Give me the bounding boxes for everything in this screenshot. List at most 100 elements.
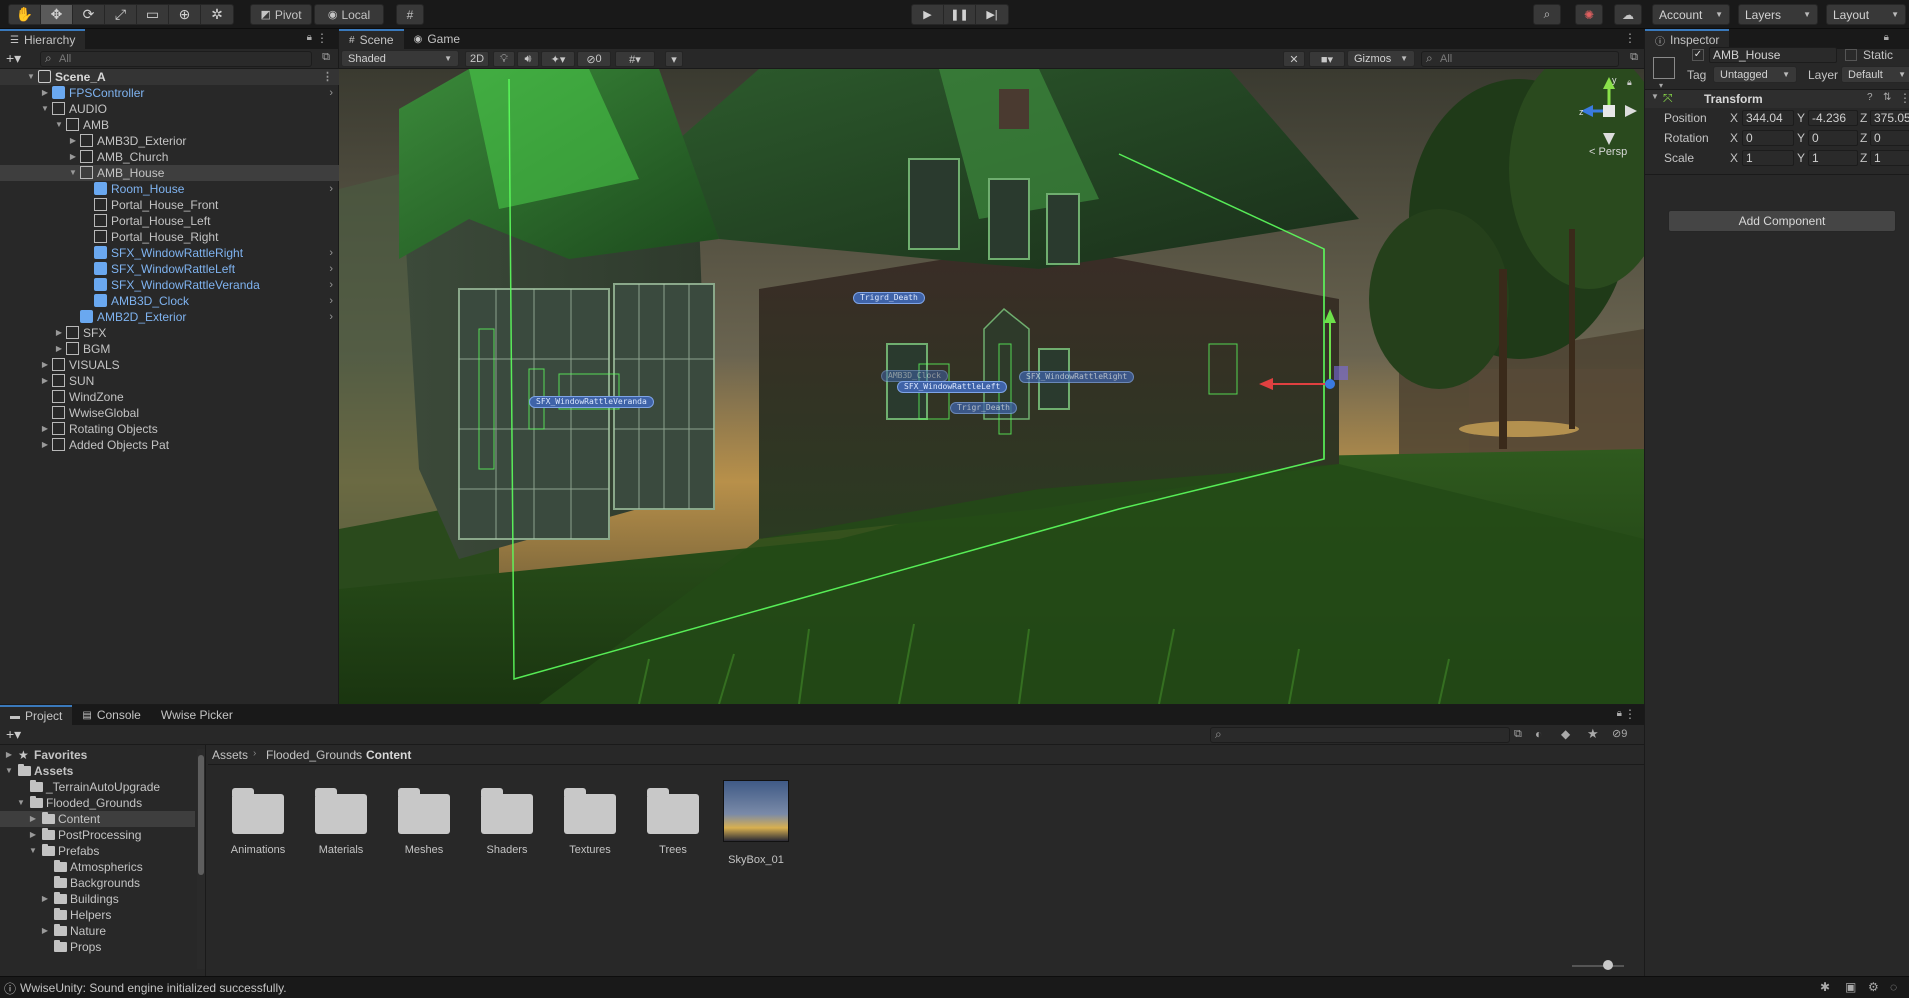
tab-game[interactable]: ◉ Game bbox=[404, 29, 470, 49]
tools-toggle[interactable]: ✕ bbox=[1283, 51, 1305, 67]
chevron-right-icon[interactable]: ▶ bbox=[28, 827, 38, 843]
hierarchy-item[interactable]: WwiseGlobal bbox=[0, 405, 339, 421]
lock-icon[interactable]: 🔒︎ bbox=[307, 32, 312, 43]
hierarchy-item[interactable]: SFX_WindowRattleVeranda › bbox=[0, 277, 339, 293]
gizmo-label-trigger-death-2[interactable]: Trigr_Death bbox=[950, 402, 1017, 414]
project-tree-item[interactable]: ▼ Assets bbox=[0, 763, 195, 779]
chevron-right-icon[interactable]: ▶ bbox=[54, 325, 64, 341]
asset-folder[interactable]: Meshes bbox=[386, 780, 462, 856]
chevron-right-icon[interactable]: › bbox=[329, 181, 333, 197]
step-button[interactable]: ▶| bbox=[976, 5, 1008, 24]
rotation-z-field[interactable]: 0 bbox=[1870, 130, 1909, 146]
rotation-x-field[interactable]: 0 bbox=[1742, 130, 1794, 146]
project-tree-item[interactable]: ▶ ★ Favorites bbox=[0, 747, 195, 763]
lock-icon[interactable]: 🔒︎ bbox=[1884, 32, 1889, 43]
asset-folder[interactable]: Shaders bbox=[469, 780, 545, 856]
chevron-right-icon[interactable]: ▶ bbox=[40, 373, 50, 389]
account-dropdown[interactable]: Account ▼ bbox=[1652, 4, 1730, 25]
custom-tool-icon[interactable]: ✲ bbox=[201, 5, 233, 24]
chevron-right-icon[interactable]: ▶ bbox=[40, 891, 50, 907]
pivot-toggle[interactable]: ◩ Pivot bbox=[250, 4, 312, 25]
chevron-right-icon[interactable]: › bbox=[329, 85, 333, 101]
hierarchy-item[interactable]: SFX_WindowRattleLeft › bbox=[0, 261, 339, 277]
hierarchy-item[interactable]: AMB3D_Clock › bbox=[0, 293, 339, 309]
project-tree-item[interactable]: ▶ Content bbox=[0, 811, 195, 827]
rotate-tool-icon[interactable]: ⟳ bbox=[73, 5, 105, 24]
hierarchy-item[interactable]: ▼ AUDIO bbox=[0, 101, 339, 117]
grid-dropdown[interactable]: #▾ bbox=[615, 51, 655, 67]
object-name-field[interactable]: AMB_House bbox=[1709, 47, 1837, 63]
hierarchy-item[interactable]: ▼ AMB bbox=[0, 117, 339, 133]
debug-icon[interactable]: ✱ bbox=[1820, 980, 1830, 994]
chevron-down-icon[interactable]: ▼ bbox=[28, 843, 38, 859]
transform-header[interactable]: ▼ ⤧ Transform ? ⇅ ⋮ bbox=[1645, 90, 1909, 108]
scene-root-item[interactable]: ▼ Scene_A ⋮ bbox=[0, 69, 339, 85]
chevron-right-icon[interactable]: ▶ bbox=[40, 357, 50, 373]
chevron-right-icon[interactable]: › bbox=[329, 261, 333, 277]
gizmo-label-veranda[interactable]: SFX_WindowRattleVeranda bbox=[529, 396, 654, 408]
chevron-down-icon[interactable]: ▼ bbox=[40, 101, 50, 117]
hierarchy-item[interactable]: Portal_House_Front bbox=[0, 197, 339, 213]
static-checkbox[interactable] bbox=[1845, 49, 1857, 61]
asset-folder[interactable]: Trees bbox=[635, 780, 711, 856]
layout-dropdown[interactable]: Layout ▼ bbox=[1826, 4, 1906, 25]
hierarchy-search-input[interactable]: All bbox=[40, 51, 312, 67]
axis-y-label[interactable]: Y bbox=[1797, 151, 1805, 165]
transform-tool-icon[interactable]: ⊕ bbox=[169, 5, 201, 24]
project-tree-item[interactable]: Atmospherics bbox=[0, 859, 195, 875]
project-tree-item[interactable]: _TerrainAutoUpgrade bbox=[0, 779, 195, 795]
scene-search-input[interactable]: All bbox=[1421, 51, 1619, 67]
hierarchy-item[interactable]: Portal_House_Left bbox=[0, 213, 339, 229]
hierarchy-item[interactable]: Portal_House_Right bbox=[0, 229, 339, 245]
layer-dropdown[interactable]: Default ▼ bbox=[1841, 66, 1909, 83]
project-tree-item[interactable]: ▶ Buildings bbox=[0, 891, 195, 907]
preset-icon[interactable]: ⇅ bbox=[1883, 92, 1891, 103]
axis-x-label[interactable]: X bbox=[1730, 111, 1738, 125]
scale-y-field[interactable]: 1 bbox=[1808, 150, 1858, 166]
kebab-menu-icon[interactable]: ⋮ bbox=[316, 31, 328, 45]
chevron-right-icon[interactable]: ▶ bbox=[68, 149, 78, 165]
progress-icon[interactable]: ▣ bbox=[1845, 980, 1856, 994]
play-button[interactable]: ▶ bbox=[912, 5, 944, 24]
2d-toggle[interactable]: 2D bbox=[465, 51, 489, 67]
help-icon[interactable]: ? bbox=[1867, 92, 1873, 103]
more-options-button[interactable]: ▾ bbox=[665, 51, 683, 67]
hierarchy-item[interactable]: ▶ Rotating Objects bbox=[0, 421, 339, 437]
kebab-menu-icon[interactable]: ⋮ bbox=[322, 69, 333, 85]
hierarchy-item[interactable]: ▶ SUN bbox=[0, 373, 339, 389]
hierarchy-item[interactable]: ▶ AMB_Church bbox=[0, 149, 339, 165]
effects-dropdown[interactable]: ✦▾ bbox=[541, 51, 575, 67]
search-button[interactable]: ⌕ bbox=[1533, 4, 1561, 25]
project-tree-item[interactable]: ▶ Nature bbox=[0, 923, 195, 939]
chevron-right-icon[interactable]: ▶ bbox=[28, 811, 38, 827]
axis-z-label[interactable]: Z bbox=[1860, 151, 1867, 165]
chevron-right-icon[interactable]: ▶ bbox=[54, 341, 64, 357]
hidden-objects-toggle[interactable]: ⊘ 0 bbox=[577, 51, 611, 67]
collab-button[interactable]: ✺ bbox=[1575, 4, 1603, 25]
hierarchy-item[interactable]: ▶ SFX bbox=[0, 325, 339, 341]
tag-dropdown[interactable]: Untagged ▼ bbox=[1713, 66, 1797, 83]
scale-x-field[interactable]: 1 bbox=[1742, 150, 1794, 166]
hierarchy-item[interactable]: ▶ BGM bbox=[0, 341, 339, 357]
lighting-toggle[interactable]: 💡︎ bbox=[493, 51, 515, 67]
axis-y-label[interactable]: Y bbox=[1797, 131, 1805, 145]
asset-folder[interactable]: Textures bbox=[552, 780, 628, 856]
axis-z-label[interactable]: Z bbox=[1860, 111, 1867, 125]
gizmo-label-trigger-death[interactable]: Trigrd_Death bbox=[853, 292, 925, 304]
projection-toggle[interactable]: < Persp bbox=[1589, 146, 1627, 158]
axis-y-label[interactable]: Y bbox=[1797, 111, 1805, 125]
rect-tool-icon[interactable]: ▭ bbox=[137, 5, 169, 24]
gizmo-label-rattle-left[interactable]: SFX_WindowRattleLeft bbox=[897, 381, 1008, 393]
axis-x-label[interactable]: X bbox=[1730, 131, 1738, 145]
tab-inspector[interactable]: ⓘ Inspector bbox=[1645, 29, 1730, 49]
chevron-down-icon[interactable]: ▼ bbox=[68, 165, 78, 181]
hierarchy-item[interactable]: ▶ VISUALS bbox=[0, 357, 339, 373]
hierarchy-item[interactable]: ▶ AMB3D_Exterior bbox=[0, 133, 339, 149]
create-asset-button[interactable]: +▾ bbox=[6, 726, 21, 743]
asset-folder[interactable]: Materials bbox=[303, 780, 379, 856]
add-object-button[interactable]: +▾ bbox=[6, 50, 21, 67]
axis-x-label[interactable]: X bbox=[1730, 151, 1738, 165]
chevron-down-icon[interactable]: ▼ bbox=[54, 117, 64, 133]
hierarchy-item[interactable]: WindZone bbox=[0, 389, 339, 405]
tab-console[interactable]: ▤ Console bbox=[72, 705, 150, 725]
